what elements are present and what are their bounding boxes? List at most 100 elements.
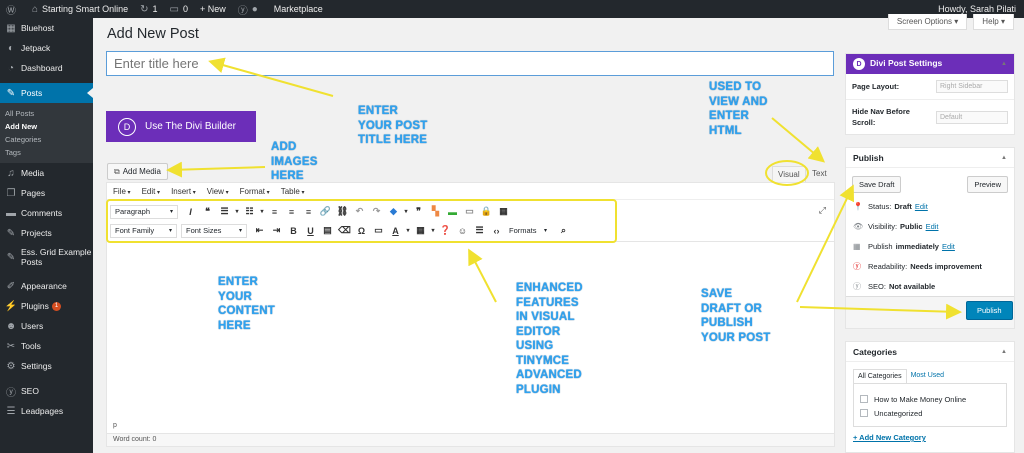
code-icon[interactable]: ‹› <box>488 226 505 236</box>
italic-icon[interactable]: I <box>182 207 199 217</box>
divi-settings-header[interactable]: D Divi Post Settings ▲ <box>846 54 1014 74</box>
menu-leadpages[interactable]: ☰ Leadpages <box>0 401 93 421</box>
add-media-button[interactable]: ⧉ Add Media <box>107 163 168 180</box>
formats-select[interactable]: Formats <box>505 224 551 238</box>
comments-link[interactable]: ▭ 0 <box>164 0 194 18</box>
preview-button[interactable]: Preview <box>967 176 1008 193</box>
indent-icon[interactable]: ⇤ <box>251 225 268 236</box>
numbered-list-icon[interactable]: ☷ <box>241 206 258 217</box>
save-draft-button[interactable]: Save Draft <box>852 176 902 193</box>
horizontal-rule-icon[interactable]: ▭ <box>370 225 387 236</box>
menu-plugins[interactable]: ⚡ Plugins 1 <box>0 296 93 316</box>
categories-header[interactable]: Categories ▲ <box>846 342 1014 362</box>
site-name-link[interactable]: ⌂ Starting Smart Online <box>26 0 134 18</box>
underline-icon[interactable]: U <box>302 226 319 236</box>
menu-media[interactable]: ♫ Media <box>0 163 93 183</box>
menu-format[interactable]: Format <box>240 187 270 196</box>
grid-icon[interactable]: ▦ <box>495 206 512 217</box>
status-edit-link[interactable]: Edit <box>915 202 928 211</box>
tab-most-used[interactable]: Most Used <box>907 369 948 383</box>
chevron-down-icon[interactable]: ▾ <box>258 208 266 215</box>
menu-projects[interactable]: ✎ Projects <box>0 223 93 243</box>
publish-date-edit-link[interactable]: Edit <box>942 242 955 251</box>
fullscreen-icon[interactable]: ⤢ <box>819 205 826 216</box>
eraser-icon[interactable]: ⌫ <box>336 225 353 236</box>
menu-appearance[interactable]: ✐ Appearance <box>0 276 93 296</box>
undo-icon[interactable]: ↶ <box>351 206 368 217</box>
publish-button[interactable]: Publish <box>966 301 1013 320</box>
unlink-icon[interactable]: ⛓ <box>334 206 351 217</box>
page-layout-select[interactable]: Right Sidebar <box>936 80 1008 93</box>
button-icon[interactable]: ▭ <box>461 206 478 217</box>
menu-jetpack[interactable]: ◐ Jetpack <box>0 38 93 58</box>
bullet-list-icon[interactable]: ☰ <box>216 206 233 217</box>
blockquote-icon[interactable]: ❝ <box>199 206 216 217</box>
collapse-arrow-icon[interactable]: ▲ <box>1001 155 1007 161</box>
bold-icon[interactable]: B <box>285 226 302 236</box>
post-title-input[interactable] <box>106 51 834 76</box>
menu-ess-grid[interactable]: ✎ Ess. Grid Example Posts <box>0 243 93 271</box>
menu-edit[interactable]: Edit <box>142 187 160 196</box>
divi-builder-button[interactable]: D Use The Divi Builder <box>106 111 256 142</box>
updates-link[interactable]: ↻ 1 <box>134 0 163 18</box>
category-checkbox[interactable]: How to Make Money Online <box>860 392 1000 406</box>
tab-visual[interactable]: Visual <box>772 166 806 182</box>
align-left-icon[interactable]: ≡ <box>266 207 283 217</box>
link-icon[interactable]: 🔗 <box>317 206 334 217</box>
menu-pages[interactable]: ❐ Pages <box>0 183 93 203</box>
marketplace-link[interactable]: Marketplace <box>268 0 329 18</box>
chevron-down-icon[interactable]: ▾ <box>404 227 412 234</box>
font-sizes-select[interactable]: Font Sizes <box>181 223 247 238</box>
submenu-add-new[interactable]: Add New <box>0 120 93 133</box>
hide-nav-select[interactable]: Default <box>936 110 1008 124</box>
collapse-arrow-icon[interactable]: ▲ <box>1001 349 1007 355</box>
menu-dashboard[interactable]: ◔ Dashboard <box>0 58 93 78</box>
menu-users[interactable]: ☻ Users <box>0 316 93 336</box>
menu-tools[interactable]: ✂ Tools <box>0 336 93 356</box>
box-icon[interactable]: ▬ <box>444 207 461 217</box>
yoast-link[interactable]: ⓨ ● <box>232 0 268 18</box>
submenu-tags[interactable]: Tags <box>0 146 93 159</box>
publish-header[interactable]: Publish ▲ <box>846 148 1014 168</box>
tab-text[interactable]: Text <box>812 169 827 178</box>
align-right-icon[interactable]: ≡ <box>300 207 317 217</box>
redo-icon[interactable]: ↷ <box>368 206 385 217</box>
visibility-edit-link[interactable]: Edit <box>926 222 939 231</box>
new-content-link[interactable]: + New <box>194 0 232 18</box>
lock-icon[interactable]: 🔒 <box>478 206 495 217</box>
chevron-down-icon[interactable]: ▾ <box>429 227 437 234</box>
menu-bluehost[interactable]: ▦ Bluehost <box>0 18 93 38</box>
menu-seo[interactable]: ⓨ SEO <box>0 381 93 401</box>
menu-comments[interactable]: ▬ Comments <box>0 203 93 223</box>
omega-icon[interactable]: Ω <box>353 226 370 236</box>
category-checkbox[interactable]: Uncategorized <box>860 406 1000 420</box>
tab-all-categories[interactable]: All Categories <box>853 369 907 383</box>
chevron-down-icon[interactable]: ▾ <box>233 208 241 215</box>
menu-settings[interactable]: ⚙ Settings <box>0 356 93 376</box>
align-center-icon[interactable]: ≡ <box>283 207 300 217</box>
font-family-select[interactable]: Font Family <box>110 223 177 238</box>
emoticon-icon[interactable]: ☺ <box>454 226 471 236</box>
help-button[interactable]: Help ▾ <box>973 14 1014 30</box>
help-icon[interactable]: ❓ <box>437 225 454 236</box>
paragraph-select[interactable]: Paragraph <box>110 204 178 219</box>
menu-insert[interactable]: Insert <box>171 187 196 196</box>
add-new-category-link[interactable]: + Add New Category <box>846 427 1014 448</box>
collapse-arrow-icon[interactable]: ▲ <box>1001 61 1007 67</box>
color-drop-icon[interactable]: ◆ <box>385 206 402 217</box>
shortcodes-icon[interactable]: ▚ <box>427 206 444 217</box>
chevron-down-icon[interactable]: ▾ <box>402 208 410 215</box>
submenu-all-posts[interactable]: All Posts <box>0 107 93 120</box>
submenu-categories[interactable]: Categories <box>0 133 93 146</box>
find-icon[interactable]: ⌕ <box>555 225 572 236</box>
quote-icon[interactable]: ❞ <box>410 206 427 217</box>
screen-options-button[interactable]: Screen Options ▾ <box>887 14 968 30</box>
text-color-icon[interactable]: A <box>387 226 404 236</box>
menu-view[interactable]: View <box>207 187 229 196</box>
table-icon[interactable]: ▦ <box>412 225 429 236</box>
outdent-icon[interactable]: ⇥ <box>268 225 285 236</box>
justify-icon[interactable]: ☰ <box>471 225 488 236</box>
menu-posts[interactable]: ✎ Posts <box>0 83 93 103</box>
menu-file[interactable]: File <box>113 187 131 196</box>
wp-logo[interactable]: Ⓦ <box>0 0 26 18</box>
